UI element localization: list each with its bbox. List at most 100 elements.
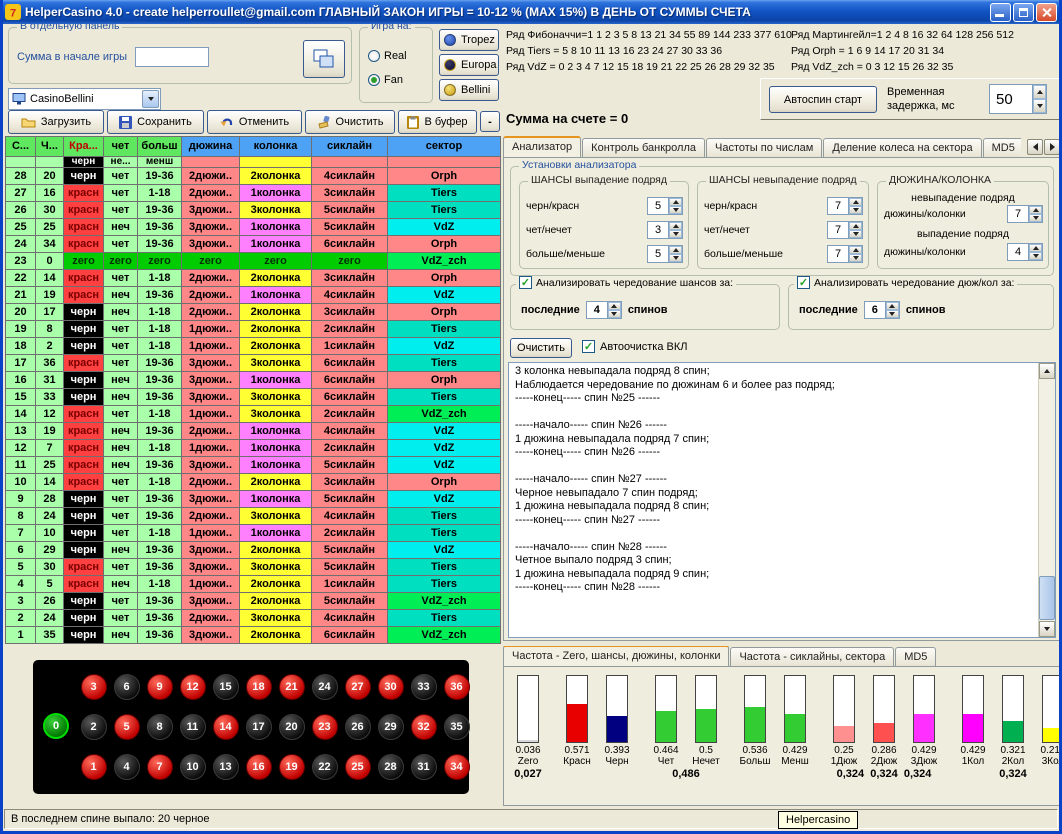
board-cell-23[interactable]: 23 bbox=[310, 707, 339, 747]
number-chip[interactable]: 10 bbox=[180, 754, 206, 780]
board-cell-36[interactable]: 36 bbox=[442, 667, 471, 707]
collapse-button[interactable]: - bbox=[480, 111, 500, 132]
analyzer-log[interactable]: 3 колонка невыпадала подряд 8 спин; Набл… bbox=[508, 362, 1056, 638]
number-chip[interactable]: 14 bbox=[213, 714, 239, 740]
history-row[interactable]: 326чернчет19-363дюжи..2колонка5сиклайнVd… bbox=[6, 593, 501, 610]
autospin-start-button[interactable]: Автоспин старт bbox=[769, 86, 877, 113]
board-cell-5[interactable]: 5 bbox=[112, 707, 141, 747]
copy-to-buffer-button[interactable]: В буфер bbox=[398, 110, 477, 134]
board-cell-18[interactable]: 18 bbox=[244, 667, 273, 707]
history-row[interactable]: 1125красннеч19-363дюжи..1колонка5сиклайн… bbox=[6, 457, 501, 474]
board-cell-3[interactable]: 3 bbox=[79, 667, 108, 707]
spin-down-button[interactable] bbox=[1033, 99, 1046, 113]
number-chip[interactable]: 32 bbox=[411, 714, 437, 740]
number-chip[interactable]: 5 bbox=[114, 714, 140, 740]
main-tab-0[interactable]: Анализатор bbox=[503, 136, 581, 157]
board-cell-35[interactable]: 35 bbox=[442, 707, 471, 747]
dozen-absent-spinner[interactable]: 7 bbox=[1007, 205, 1043, 223]
spin-down-button[interactable] bbox=[849, 254, 862, 262]
number-chip[interactable]: 33 bbox=[411, 674, 437, 700]
number-chip[interactable]: 26 bbox=[345, 714, 371, 740]
spin-down-button[interactable] bbox=[886, 310, 899, 318]
number-chip[interactable]: 29 bbox=[378, 714, 404, 740]
board-cell-13[interactable]: 13 bbox=[211, 747, 240, 787]
high-low-appear-spinner[interactable]: 5 bbox=[647, 245, 683, 263]
start-sum-input[interactable] bbox=[135, 47, 209, 67]
clear-log-button[interactable]: Очистить bbox=[510, 338, 572, 358]
spin-down-button[interactable] bbox=[1029, 214, 1042, 222]
spin-down-button[interactable] bbox=[849, 230, 862, 238]
undo-button[interactable]: Отменить bbox=[207, 110, 302, 134]
spin-down-button[interactable] bbox=[669, 254, 682, 262]
freq-tab-1[interactable]: Частота - сиклайны, сектора bbox=[730, 647, 894, 666]
even-odd-absent-spinner[interactable]: 7 bbox=[827, 221, 863, 239]
spin-up-button[interactable] bbox=[1033, 85, 1046, 99]
casino-select[interactable]: CasinoBellini bbox=[8, 88, 161, 110]
number-chip[interactable]: 24 bbox=[312, 674, 338, 700]
black-red-absent-spinner[interactable]: 7 bbox=[827, 197, 863, 215]
board-cell-19[interactable]: 19 bbox=[277, 747, 306, 787]
number-chip[interactable]: 3 bbox=[81, 674, 107, 700]
board-cell-15[interactable]: 15 bbox=[211, 667, 240, 707]
board-cell-11[interactable]: 11 bbox=[178, 707, 207, 747]
radio-icon[interactable] bbox=[368, 74, 380, 86]
spin-up-button[interactable] bbox=[1029, 244, 1042, 252]
spin-up-button[interactable] bbox=[669, 222, 682, 230]
number-chip[interactable]: 22 bbox=[312, 754, 338, 780]
load-button[interactable]: Загрузить bbox=[8, 110, 104, 134]
history-row[interactable]: 2630краснчет19-363дюжи..3колонка5сиклайн… bbox=[6, 202, 501, 219]
close-button[interactable] bbox=[1036, 3, 1057, 22]
spin-up-button[interactable] bbox=[1029, 206, 1042, 214]
save-button[interactable]: Сохранить bbox=[107, 110, 204, 134]
board-cell-16[interactable]: 16 bbox=[244, 747, 273, 787]
spin-up-button[interactable] bbox=[608, 302, 621, 310]
history-row[interactable]: 2119красннеч19-362дюжи..1колонка4сиклайн… bbox=[6, 287, 501, 304]
scroll-down-button[interactable] bbox=[1039, 621, 1055, 637]
alt-chances-spinner[interactable]: 4 bbox=[586, 301, 622, 319]
alternate-dozens-checkbox[interactable] bbox=[797, 276, 810, 289]
board-cell-1[interactable]: 1 bbox=[79, 747, 108, 787]
tab-scroll-left-button[interactable] bbox=[1027, 139, 1043, 155]
history-row[interactable]: 2214краснчет1-182дюжи..2колонка3сиклайнO… bbox=[6, 270, 501, 287]
board-cell-30[interactable]: 30 bbox=[376, 667, 405, 707]
number-chip[interactable]: 27 bbox=[345, 674, 371, 700]
board-cell-20[interactable]: 20 bbox=[277, 707, 306, 747]
number-chip[interactable]: 28 bbox=[378, 754, 404, 780]
spin-down-button[interactable] bbox=[1029, 252, 1042, 260]
history-row[interactable]: 135черннеч19-363дюжи..2колонка6сиклайнVd… bbox=[6, 627, 501, 644]
zero-chip[interactable]: 0 bbox=[43, 713, 69, 739]
spin-up-button[interactable] bbox=[669, 246, 682, 254]
spin-down-button[interactable] bbox=[669, 206, 682, 214]
europa-button[interactable]: Europa bbox=[439, 54, 499, 76]
history-row[interactable]: 1533черннеч19-363дюжи..3колонка6сиклайнT… bbox=[6, 389, 501, 406]
history-row[interactable]: 2716краснчет1-182дюжи..1колонка3сиклайнT… bbox=[6, 185, 501, 202]
minimize-button[interactable] bbox=[990, 3, 1011, 22]
number-chip[interactable]: 6 bbox=[114, 674, 140, 700]
board-cell-28[interactable]: 28 bbox=[376, 747, 405, 787]
history-row[interactable]: 45красннеч1-181дюжи..2колонка1сиклайнTie… bbox=[6, 576, 501, 593]
history-row[interactable]: 710чернчет1-181дюжи..1колонка2сиклайнTie… bbox=[6, 525, 501, 542]
board-cell-29[interactable]: 29 bbox=[376, 707, 405, 747]
history-row[interactable]: 224чернчет19-362дюжи..3колонка4сиклайнTi… bbox=[6, 610, 501, 627]
number-chip[interactable]: 4 bbox=[114, 754, 140, 780]
number-chip[interactable]: 12 bbox=[180, 674, 206, 700]
history-row[interactable]: 928чернчет19-363дюжи..1колонка5сиклайнVd… bbox=[6, 491, 501, 508]
scroll-thumb[interactable] bbox=[1039, 576, 1055, 620]
history-row[interactable]: 1319красннеч19-362дюжи..1колонка4сиклайн… bbox=[6, 423, 501, 440]
number-chip[interactable]: 13 bbox=[213, 754, 239, 780]
history-row[interactable]: 629черннеч19-363дюжи..2колонка5сиклайнVd… bbox=[6, 542, 501, 559]
history-row[interactable]: 1014краснчет1-182дюжи..2колонка3сиклайнO… bbox=[6, 474, 501, 491]
board-cell-2[interactable]: 2 bbox=[79, 707, 108, 747]
high-low-absent-spinner[interactable]: 7 bbox=[827, 245, 863, 263]
scroll-up-button[interactable] bbox=[1039, 363, 1055, 379]
history-row[interactable]: 1631черннеч19-363дюжи..1колонка6сиклайнO… bbox=[6, 372, 501, 389]
tab-scroll-right-button[interactable] bbox=[1044, 139, 1060, 155]
delay-value[interactable]: 50 bbox=[990, 85, 1032, 113]
history-row[interactable]: 1412краснчет1-181дюжи..3колонка2сиклайнV… bbox=[6, 406, 501, 423]
history-row[interactable]: 1736краснчет19-363дюжи..3колонка6сиклайн… bbox=[6, 355, 501, 372]
number-chip[interactable]: 23 bbox=[312, 714, 338, 740]
history-row[interactable]: 2017черннеч1-182дюжи..2колонка3сиклайнOr… bbox=[6, 304, 501, 321]
number-chip[interactable]: 19 bbox=[279, 754, 305, 780]
history-row[interactable]: 2434краснчет19-363дюжи..1колонка6сиклайн… bbox=[6, 236, 501, 253]
spin-up-button[interactable] bbox=[849, 222, 862, 230]
